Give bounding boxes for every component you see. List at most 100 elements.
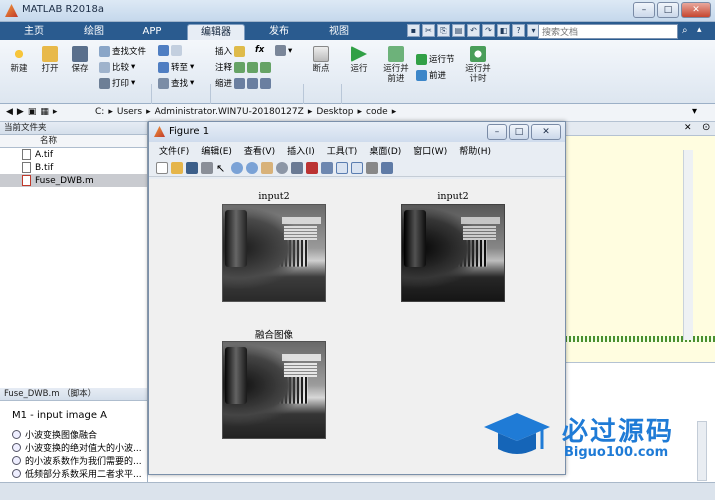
insert-dropdown-button[interactable]: ▾ — [275, 45, 292, 56]
maximize-button[interactable]: □ — [657, 2, 679, 18]
menu-help[interactable]: 帮助(H) — [459, 144, 491, 158]
link-plot-icon[interactable] — [321, 162, 333, 174]
menu-window[interactable]: 窗口(W) — [413, 144, 447, 158]
watermark-brand: 必过源码 — [562, 417, 675, 447]
back-forward-buttons[interactable] — [158, 45, 182, 56]
menu-edit[interactable]: 编辑(E) — [201, 144, 232, 158]
colorbar-icon[interactable] — [336, 162, 348, 174]
image-input-a[interactable] — [222, 204, 326, 302]
section-icon — [12, 456, 21, 465]
save-figure-icon[interactable] — [186, 162, 198, 174]
minimize-button[interactable]: – — [633, 2, 655, 18]
figure-toolbar: ↖ — [149, 160, 565, 177]
switch-windows-icon[interactable]: ◧ — [497, 24, 510, 37]
compare-button[interactable]: 比较 ▾ — [99, 61, 135, 73]
file-item-selected[interactable]: Fuse_DWB.m — [0, 174, 147, 187]
menu-insert[interactable]: 插入(I) — [287, 144, 315, 158]
tab-editor[interactable]: 编辑器 — [187, 24, 245, 40]
brush-icon[interactable] — [306, 162, 318, 174]
legend-icon[interactable] — [351, 162, 363, 174]
tab-home[interactable]: 主页 — [10, 24, 58, 40]
run-button[interactable]: 运行 — [345, 46, 373, 74]
zoom-out-icon[interactable] — [246, 162, 258, 174]
find-files-button[interactable]: 查找文件 — [99, 45, 146, 57]
editor-scrollbar[interactable] — [683, 150, 693, 340]
list-item[interactable]: 小波变换的绝对值大的小波... — [0, 441, 147, 454]
undo-quick-icon[interactable]: ↶ — [467, 24, 480, 37]
breadcrumb-item[interactable]: Desktop — [316, 107, 353, 117]
up-folder-icon[interactable]: ▣ — [28, 107, 37, 117]
path-dropdown-icon[interactable]: ▾ — [692, 106, 697, 117]
editor-menu-icon[interactable]: ⊙ — [702, 122, 710, 133]
zoom-in-icon[interactable] — [231, 162, 243, 174]
image-input-b[interactable] — [401, 204, 505, 302]
menu-tools[interactable]: 工具(T) — [327, 144, 358, 158]
hide-plot-tools-icon[interactable] — [366, 162, 378, 174]
comment-icon — [234, 61, 246, 73]
editor-close-icon[interactable]: ✕ — [684, 123, 692, 133]
pan-icon[interactable] — [261, 162, 273, 174]
cut-quick-icon[interactable]: ✂ — [422, 24, 435, 37]
show-plot-tools-icon[interactable] — [381, 162, 393, 174]
breadcrumb-item[interactable]: Users — [117, 107, 142, 117]
search-icon[interactable]: ⌕ — [682, 25, 696, 38]
list-item[interactable]: 小波变换图像融合 — [0, 428, 147, 441]
breadcrumb-item[interactable]: code — [366, 107, 388, 117]
back-nav-icon[interactable]: ◀ — [6, 107, 13, 117]
comment-button[interactable]: 注释 — [215, 61, 272, 73]
help-quick-icon[interactable]: ? — [512, 24, 525, 37]
menu-desktop[interactable]: 桌面(D) — [369, 144, 401, 158]
file-item[interactable]: B.tif — [0, 161, 147, 174]
window-titlebar: MATLAB R2018a – □ ✕ — [0, 0, 715, 22]
new-figure-icon[interactable] — [156, 162, 168, 174]
search-documentation-input[interactable] — [538, 24, 678, 39]
list-item[interactable]: 的小波系数作为我们需要的... — [0, 454, 147, 467]
list-item[interactable]: 低频部分系数采用二者求平... — [0, 467, 147, 480]
tab-plots[interactable]: 绘图 — [68, 24, 120, 40]
advance-button[interactable]: 前进 — [416, 69, 446, 81]
insert-button[interactable]: 插入 — [215, 45, 246, 57]
breadcrumb-item[interactable]: Administrator.WIN7U-20180127Z — [155, 107, 304, 117]
forward-nav-icon[interactable]: ▶ — [17, 107, 24, 117]
indent-button[interactable]: 缩进 — [215, 77, 272, 89]
figure-close-button[interactable]: ✕ — [531, 124, 561, 140]
breadcrumb-item[interactable]: C: — [95, 107, 104, 117]
rotate-icon[interactable] — [276, 162, 288, 174]
menu-file[interactable]: 文件(F) — [159, 144, 189, 158]
collapse-ribbon-icon[interactable]: ▴ — [697, 25, 711, 38]
run-and-time-button[interactable]: 运行并 计时 — [460, 46, 496, 84]
save-button[interactable]: 保存 — [67, 46, 93, 74]
image-fused[interactable] — [222, 341, 326, 439]
open-file-icon[interactable] — [171, 162, 183, 174]
tab-publish[interactable]: 发布 — [253, 24, 305, 40]
print-icon — [99, 77, 110, 89]
data-cursor-icon[interactable] — [291, 162, 303, 174]
pointer-icon[interactable]: ↖ — [216, 162, 228, 175]
copy-quick-icon[interactable]: ⎘ — [437, 24, 450, 37]
figure-minimize-button[interactable]: – — [487, 124, 507, 140]
fx-button[interactable]: fx — [255, 45, 264, 55]
goto-button[interactable]: 转至 ▾ — [158, 61, 194, 73]
paste-quick-icon[interactable]: ▤ — [452, 24, 465, 37]
figure-menubar: 文件(F) 编辑(E) 查看(V) 插入(I) 工具(T) 桌面(D) 窗口(W… — [149, 144, 565, 158]
file-item[interactable]: A.tif — [0, 148, 147, 161]
tab-apps[interactable]: APP — [126, 24, 178, 40]
new-button[interactable]: 新建 — [6, 46, 32, 74]
browse-folder-icon[interactable]: ▦ — [40, 107, 49, 117]
section-icon — [12, 430, 21, 439]
column-header-name[interactable]: 名称 — [0, 135, 147, 148]
print-figure-icon[interactable] — [201, 162, 213, 174]
tab-view[interactable]: 视图 — [313, 24, 365, 40]
watermark: 必过源码 Biguo100.com — [478, 405, 715, 475]
breakpoints-button[interactable]: 断点 — [307, 46, 335, 74]
print-button[interactable]: 打印 ▾ — [99, 77, 135, 89]
open-button[interactable]: 打开 — [37, 46, 63, 74]
run-section-button[interactable]: 运行节 — [416, 53, 455, 65]
find-button[interactable]: 查找 ▾ — [158, 77, 194, 89]
close-button[interactable]: ✕ — [681, 2, 711, 18]
run-and-advance-button[interactable]: 运行并 前进 — [378, 46, 414, 84]
save-quick-icon[interactable]: ▪ — [407, 24, 420, 37]
menu-view[interactable]: 查看(V) — [244, 144, 275, 158]
figure-maximize-button[interactable]: □ — [509, 124, 529, 140]
redo-quick-icon[interactable]: ↷ — [482, 24, 495, 37]
